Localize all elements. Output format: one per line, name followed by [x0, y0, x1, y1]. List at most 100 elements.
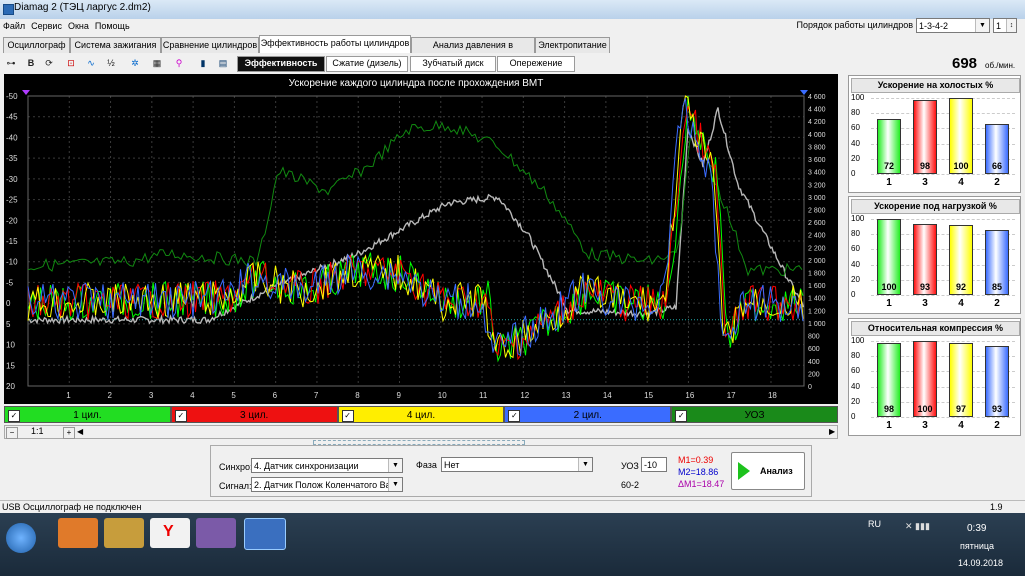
cylinder-bar: 98 — [877, 342, 901, 417]
clock-time[interactable]: 0:39 — [967, 523, 986, 534]
filter-icon[interactable]: ⚲ — [172, 56, 186, 70]
bars-icon[interactable]: ▮ — [196, 56, 210, 70]
language-indicator[interactable]: RU — [868, 519, 881, 529]
tab-pressure-analysis[interactable]: Анализ давления в цилиндре — [411, 37, 535, 64]
bar-cylinder-label: 3 — [922, 298, 928, 309]
panel-tick-label: 40 — [851, 138, 860, 148]
menu-help[interactable]: Помощь — [92, 19, 133, 33]
scroll-left-icon[interactable]: ◀ — [77, 427, 83, 436]
bar-value: 97 — [955, 403, 966, 414]
chart-title: Ускорение каждого цилиндра после прохожд… — [289, 78, 544, 89]
right-tick-label: 2 600 — [808, 220, 826, 227]
sync-icon[interactable]: ✲ — [128, 56, 142, 70]
oscillogram-chart[interactable]: Ускорение каждого цилиндра после прохожд… — [4, 74, 838, 404]
toggle-icon[interactable]: ⊶ — [4, 56, 18, 70]
menu-service[interactable]: Сервис — [28, 19, 65, 33]
signal-label: Сигнал: — [219, 481, 252, 491]
checkbox-icon[interactable]: ✓ — [508, 410, 521, 422]
analyze-button[interactable]: Анализ — [731, 452, 805, 490]
bar-value: 92 — [955, 281, 966, 292]
tab-power[interactable]: Электропитание — [535, 37, 610, 53]
marker-icon[interactable]: ⊡ — [64, 56, 78, 70]
channel-button[interactable]: ✓ 4 цил. — [337, 406, 505, 423]
panel-tick-label: 100 — [851, 93, 865, 102]
grid-icon[interactable]: ▦ — [150, 56, 164, 70]
right-tick-label: 3 600 — [808, 157, 826, 164]
menu-file[interactable]: Файл — [0, 19, 28, 33]
channel-button[interactable]: ✓ 3 цил. — [170, 406, 338, 423]
menu-windows[interactable]: Окна — [65, 19, 92, 33]
tray-icons[interactable]: ✕ ▮▮▮ — [905, 521, 930, 532]
wave-icon[interactable]: ∿ — [84, 56, 98, 70]
x-tick-label: 5 — [231, 391, 236, 400]
left-tick-label: -45 — [6, 113, 18, 122]
chart-svg: Ускорение каждого цилиндра после прохожд… — [6, 78, 826, 400]
left-tick-label: -15 — [6, 237, 18, 246]
checkbox-icon[interactable]: ✓ — [8, 410, 20, 422]
diamag-task-icon[interactable] — [244, 518, 286, 550]
start-button[interactable] — [6, 523, 36, 553]
cylinder-order-spin[interactable]: 1 ↕ — [993, 18, 1017, 33]
scroll-right-icon[interactable]: ▶ — [829, 427, 835, 436]
zoom-in-icon[interactable]: + — [63, 427, 75, 439]
yandex-browser-icon[interactable]: Y — [150, 518, 190, 548]
chevron-down-icon[interactable]: ▼ — [388, 478, 402, 491]
tab-cylinder-compare[interactable]: Сравнение цилиндров — [161, 37, 259, 53]
panel-tick-label: 80 — [851, 351, 860, 361]
horizontal-scrollbar[interactable]: − 1:1 + ◀ ▶ — [4, 425, 838, 439]
right-tick-label: 2 000 — [808, 258, 826, 265]
chevron-down-icon[interactable]: ▼ — [388, 459, 402, 472]
chevron-down-icon[interactable]: ▼ — [578, 458, 592, 471]
spin-arrows-icon[interactable]: ↕ — [1006, 19, 1016, 32]
channel-button[interactable]: ✓ 1 цил. — [4, 406, 171, 423]
channel-label: 4 цил. — [406, 410, 436, 421]
subtab-tooth-disk[interactable]: Зубчатый диск — [410, 56, 496, 72]
channel-button[interactable]: ✓ УОЗ — [671, 406, 838, 423]
cylinder-bar: 97 — [949, 343, 973, 417]
left-tick-label: 5 — [6, 320, 11, 329]
channel-label: 1 цил. — [73, 410, 102, 421]
clock-date: 14.09.2018 — [958, 558, 1004, 568]
phase-select[interactable]: Нет ▼ — [441, 457, 593, 472]
winrar-icon[interactable] — [196, 518, 236, 548]
zoom-out-icon[interactable]: − — [6, 427, 18, 439]
subtab-advance[interactable]: Опережение — [497, 56, 575, 72]
subtab-efficiency[interactable]: Эффективность — [237, 56, 325, 72]
cylinder-bar: 93 — [913, 224, 937, 295]
series-cylinder-line — [27, 95, 804, 363]
cylinder-bar: 66 — [985, 123, 1009, 174]
tab-ignition[interactable]: Система зажигания — [70, 37, 161, 53]
tab-oscilloscope[interactable]: Осциллограф — [3, 37, 70, 53]
channel-button[interactable]: ✓ 2 цил. — [504, 406, 672, 423]
fraction-icon[interactable]: ½ — [104, 56, 118, 70]
chart-icon[interactable]: ▤ — [216, 56, 230, 70]
cylinder-order-select[interactable]: 1-3-4-2 ▼ — [916, 18, 990, 33]
uoz-select[interactable]: -10 — [641, 457, 667, 472]
bold-b-icon[interactable]: B — [24, 56, 38, 70]
teeth-value: 60-2 — [621, 480, 640, 490]
play-icon — [738, 462, 750, 480]
sync-select[interactable]: 4. Датчик синхронизации ▼ — [251, 458, 403, 473]
subtab-compression[interactable]: Сжатие (дизель) — [326, 56, 408, 72]
bar-value: 93 — [919, 281, 930, 292]
right-tick-label: 2 200 — [808, 245, 826, 252]
chevron-down-icon[interactable]: ▼ — [975, 19, 989, 32]
folder-icon[interactable] — [104, 518, 144, 548]
bar-value: 100 — [953, 161, 969, 171]
checkbox-icon[interactable]: ✓ — [174, 410, 187, 422]
rpm-icon[interactable]: ⟳ — [42, 56, 56, 70]
title-bar: Diamag 2 (ТЭЦ ларгус 2.dm2) — [0, 0, 1025, 19]
right-tick-label: 200 — [808, 371, 820, 378]
checkbox-icon[interactable]: ✓ — [675, 410, 688, 422]
version-text: 1.9 — [990, 502, 1003, 512]
panel-tick-label: 20 — [851, 274, 860, 284]
media-player-icon[interactable] — [58, 518, 98, 548]
panel-title: Ускорение под нагрузкой % — [851, 199, 1020, 214]
cylinder-panel: Относительная компрессия % 100 80 60 40 20 0 98… — [848, 318, 1021, 436]
checkbox-icon[interactable]: ✓ — [341, 410, 354, 422]
clock-day: пятница — [960, 541, 995, 551]
tab-cylinder-efficiency[interactable]: Эффективность работы цилиндров — [259, 35, 411, 54]
rpm-trace — [27, 107, 805, 326]
signal-select[interactable]: 2. Датчик Полож Коленчатого Вал ▼ — [251, 477, 403, 492]
signal-value: 2. Датчик Полож Коленчатого Вал — [254, 480, 396, 490]
